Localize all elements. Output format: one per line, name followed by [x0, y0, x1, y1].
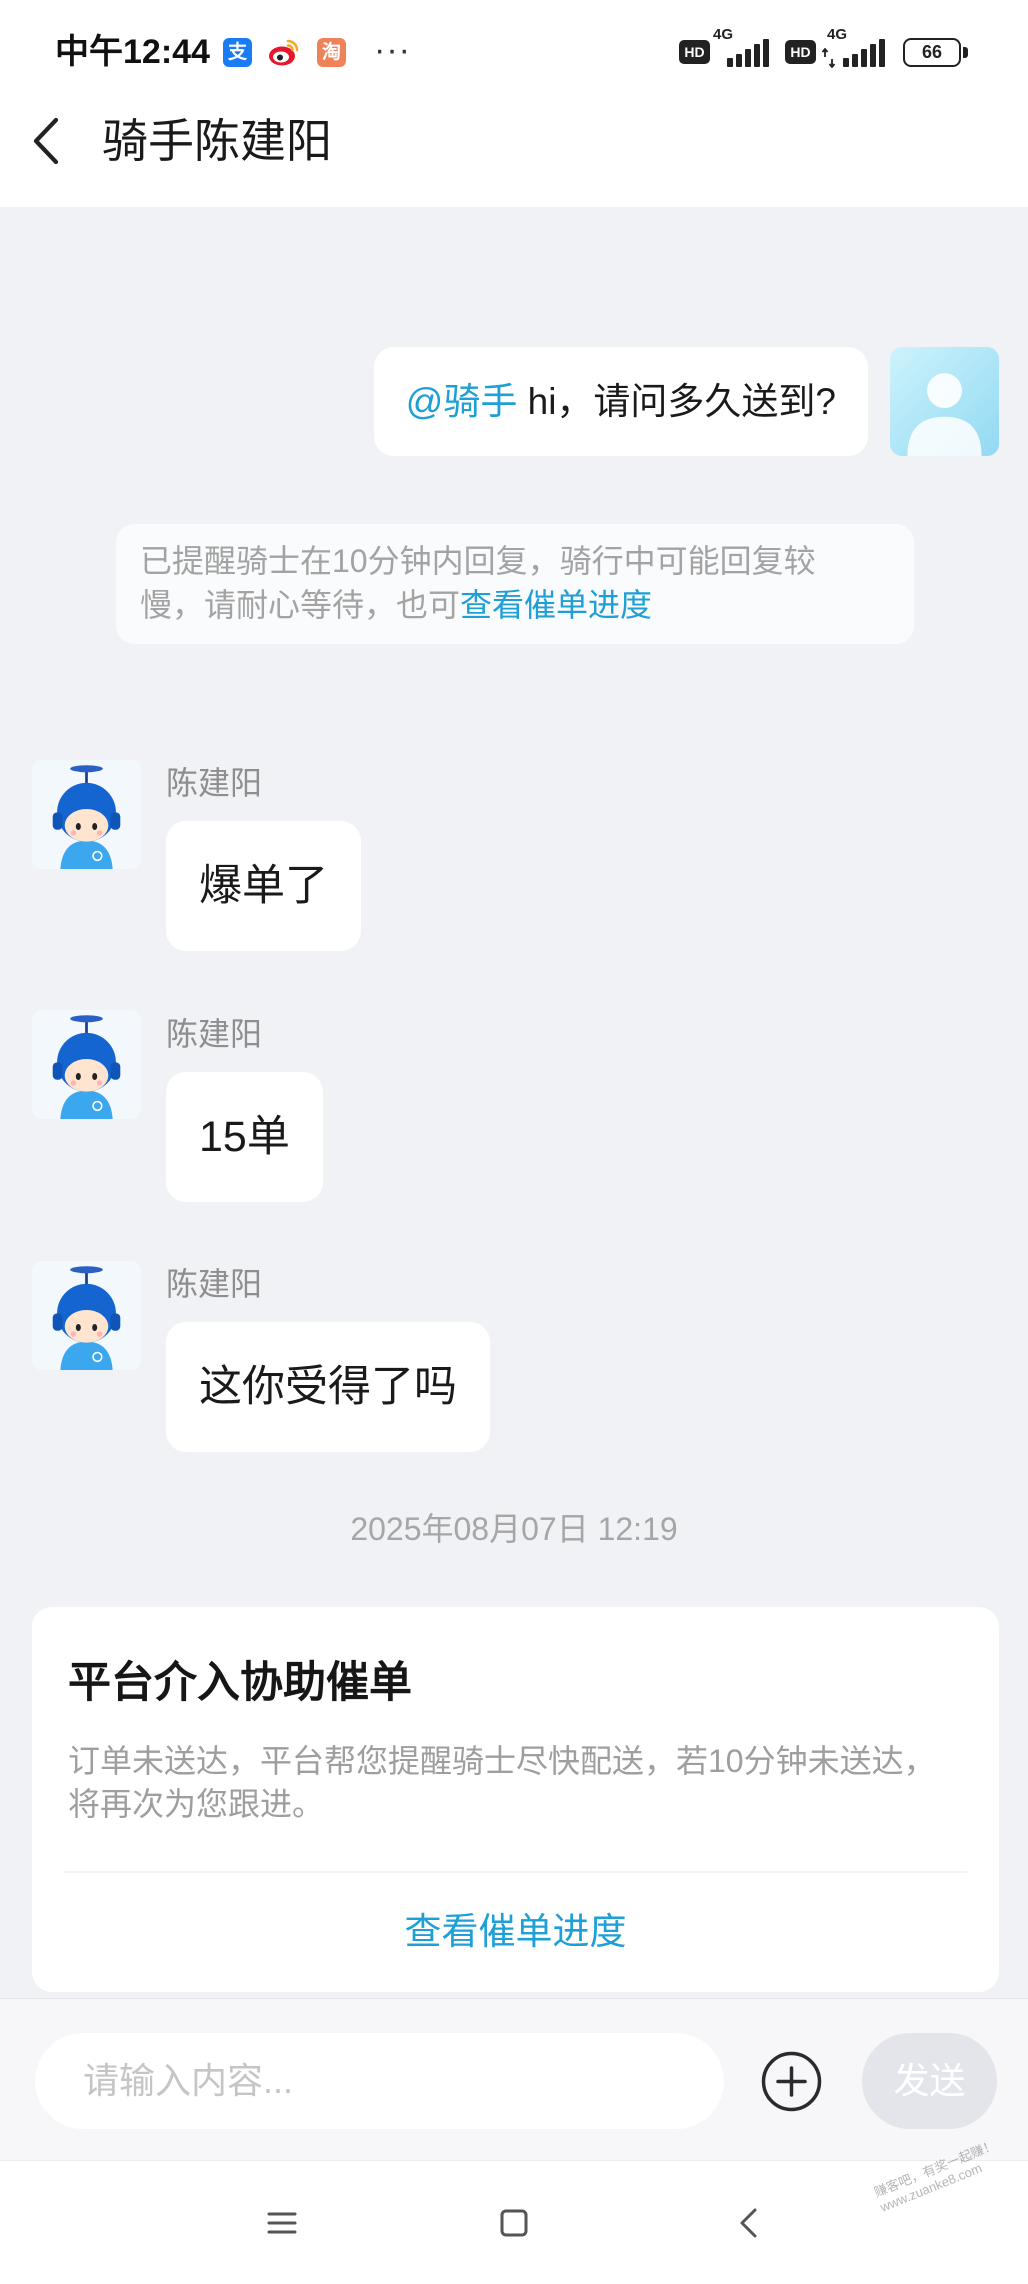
sender-name: 陈建阳 — [166, 765, 263, 801]
status-time: 中午12:44 — [55, 33, 210, 71]
incoming-message-bubble: 15单 — [166, 1072, 323, 1202]
card-description: 订单未送达，平台帮您提醒骑士尽快配送，若10分钟未送达，将再次为您跟进。 — [68, 1743, 936, 1822]
hd-voice-badge: HD — [679, 40, 710, 64]
message-input[interactable] — [35, 2033, 724, 2129]
mention-tag[interactable]: @骑手 — [406, 381, 518, 422]
back-icon[interactable] — [730, 2203, 770, 2243]
sender-name: 陈建阳 — [166, 1016, 263, 1052]
system-navigation-bar: 赚客吧，有奖一起赚！ www.zuanke8.com — [0, 2137, 1028, 2284]
outgoing-message-bubble: @骑手 hi，请问多久送到? — [373, 347, 868, 456]
message-text: hi，请问多久送到? — [517, 381, 836, 422]
home-square-icon[interactable] — [494, 2203, 534, 2243]
back-button[interactable] — [24, 114, 72, 168]
chevron-left-icon[interactable] — [24, 114, 72, 168]
signal-strength-icon — [843, 39, 885, 67]
incoming-message-bubble: 这你受得了吗 — [166, 1322, 490, 1452]
rider-avatar[interactable] — [32, 1261, 141, 1370]
card-divider — [64, 1871, 967, 1873]
menu-icon[interactable] — [262, 2203, 302, 2243]
hd-voice-badge: HD — [785, 40, 816, 64]
status-bar: 中午12:44 支 淘 ··· HD 4G HD 4G 66 — [0, 0, 1028, 102]
alipay-icon: 支 — [223, 38, 252, 67]
rider-cartoon-avatar-icon[interactable] — [32, 1010, 141, 1119]
weibo-icon — [268, 38, 300, 67]
more-notifications-icon: ··· — [374, 31, 411, 69]
system-notice: 已提醒骑士在10分钟内回复，骑行中可能回复较慢，请耐心等待，也可查看催单进度 — [116, 524, 914, 644]
rider-avatar[interactable] — [32, 1010, 141, 1119]
rider-cartoon-avatar-icon[interactable] — [32, 760, 141, 869]
battery-icon: 66 — [903, 38, 961, 67]
view-reminder-progress-link[interactable]: 查看催单进度 — [460, 587, 652, 623]
view-reminder-progress-button[interactable]: 查看催单进度 — [32, 1908, 999, 1956]
add-attachment-button[interactable] — [761, 2051, 822, 2112]
send-button[interactable]: 发送 — [862, 2033, 997, 2129]
rider-avatar[interactable] — [32, 760, 141, 869]
data-activity-icon — [822, 48, 836, 68]
chat-header: 骑手陈建阳 — [0, 102, 1028, 207]
page-title: 骑手陈建阳 — [102, 115, 332, 167]
sender-name: 陈建阳 — [166, 1266, 263, 1302]
platform-assist-card: 平台介入协助催单 订单未送达，平台帮您提醒骑士尽快配送，若10分钟未送达，将再次… — [32, 1607, 999, 1992]
message-composer: 发送 — [0, 1998, 1028, 2161]
default-user-avatar-icon[interactable] — [890, 347, 999, 456]
taobao-icon: 淘 — [317, 38, 346, 67]
rider-cartoon-avatar-icon[interactable] — [32, 1261, 141, 1370]
weibo-icon-graphic — [269, 39, 299, 66]
message-timestamp: 2025年08月07日 12:19 — [350, 1511, 678, 1547]
plus-circle-icon[interactable] — [761, 2051, 822, 2112]
user-avatar[interactable] — [890, 347, 999, 456]
signal-strength-icon — [727, 39, 769, 67]
incoming-message-bubble: 爆单了 — [166, 821, 361, 951]
system-notice-text: 已提醒骑士在10分钟内回复，骑行中可能回复较慢，请耐心等待，也可查看催单进度 — [140, 539, 830, 627]
card-title: 平台介入协助催单 — [68, 1659, 412, 1707]
battery-cap — [963, 47, 968, 58]
